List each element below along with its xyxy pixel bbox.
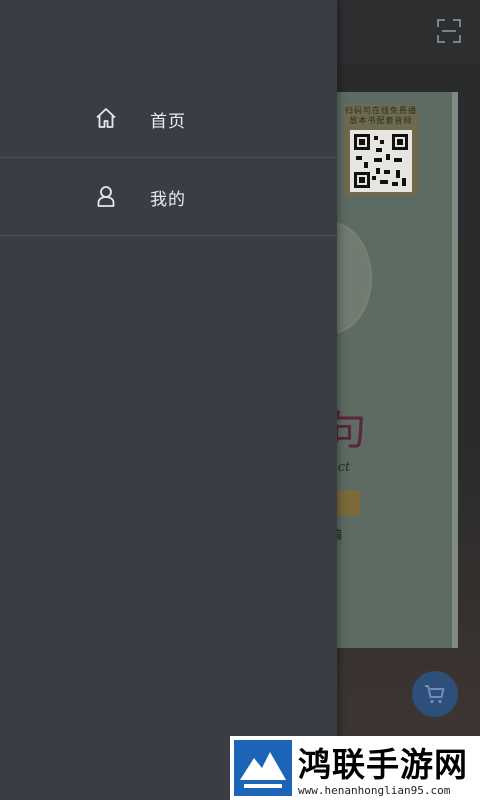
book-edge [452,92,458,648]
cart-icon [425,685,445,704]
cover-band [334,490,360,516]
qr-panel: 扫码可在线免费播放本书配套音频 [344,104,418,196]
watermark-title: 鸿联手游网 [298,745,468,784]
navigation-drawer: 首页 我的 [0,0,337,800]
drawer-item-home[interactable]: 首页 [0,79,337,158]
watermark-url: www.henanhonglian95.com [298,784,451,797]
cart-button[interactable] [412,671,458,717]
scan-icon[interactable] [436,18,462,44]
qr-code-icon [350,130,412,192]
drawer-item-mine[interactable]: 我的 [0,157,337,236]
qr-caption: 扫码可在线免费播放本书配套音频 [345,106,417,125]
drawer-item-label: 首页 [150,112,186,132]
drawer-item-label: 我的 [150,190,186,210]
user-icon [97,186,115,207]
watermark-logo-icon [234,740,292,796]
watermark: 鸿联手游网 www.henanhonglian95.com [230,736,480,800]
home-icon [96,108,116,128]
